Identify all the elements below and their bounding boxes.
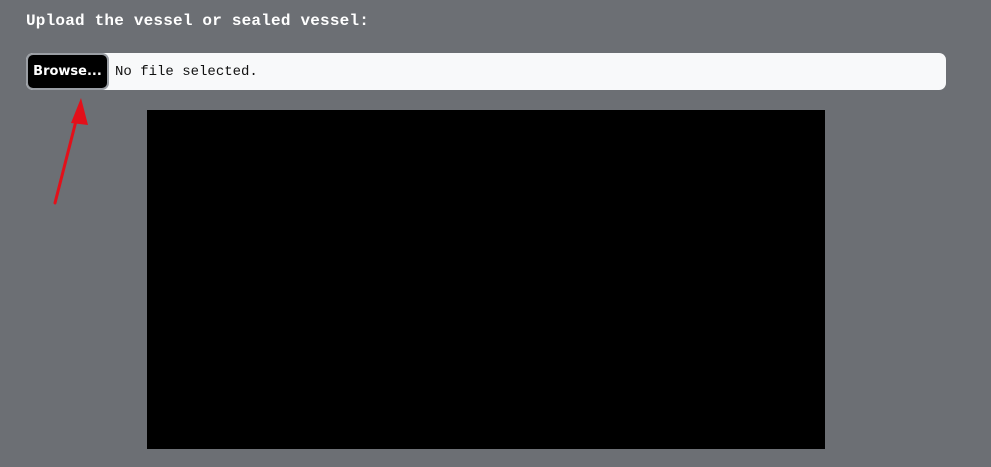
- upload-heading: Upload the vessel or sealed vessel:: [26, 12, 370, 30]
- annotation-arrow-head: [71, 98, 88, 125]
- annotation-arrow-shaft: [53, 115, 79, 205]
- file-upload-input[interactable]: Browse... No file selected.: [26, 53, 946, 90]
- browse-button[interactable]: Browse...: [26, 53, 109, 90]
- file-status-text: No file selected.: [115, 63, 258, 80]
- image-preview-area: [147, 110, 825, 449]
